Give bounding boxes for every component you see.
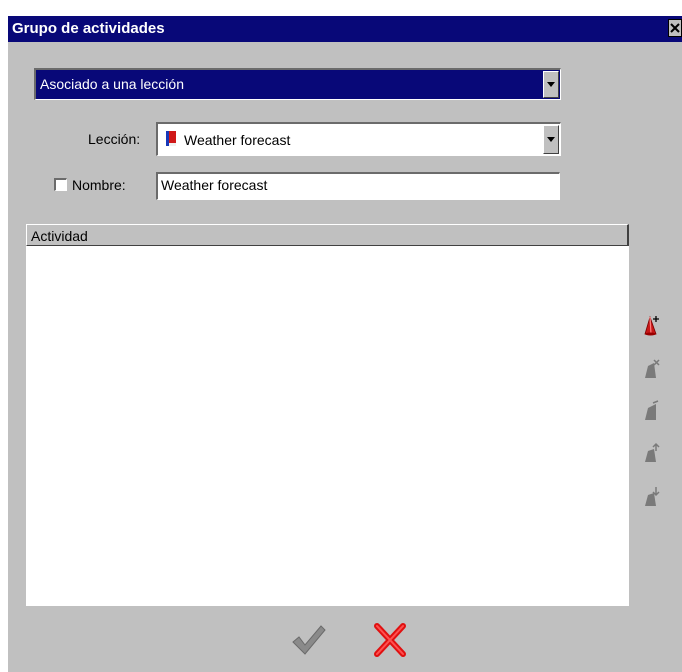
title-bar[interactable]: Grupo de actividades xyxy=(8,16,682,42)
name-checkbox[interactable] xyxy=(54,178,67,191)
lesson-select-value: Weather forecast xyxy=(184,132,291,148)
lesson-label: Lección: xyxy=(88,131,141,147)
cancel-button[interactable] xyxy=(370,620,410,660)
checkmark-icon xyxy=(292,625,326,655)
move-up-button[interactable] xyxy=(642,442,660,464)
list-header-actividad[interactable]: Actividad xyxy=(26,224,629,246)
activities-list[interactable]: Actividad xyxy=(26,224,629,606)
association-select[interactable]: Asociado a una lección xyxy=(34,68,561,100)
edit-activity-button[interactable] xyxy=(642,400,660,422)
book-icon xyxy=(166,131,176,146)
ok-button[interactable] xyxy=(288,620,328,660)
move-down-button[interactable] xyxy=(642,486,660,508)
red-x-icon xyxy=(374,623,406,657)
add-activity-icon xyxy=(644,315,659,336)
name-field[interactable]: Weather forecast xyxy=(156,172,560,200)
close-button[interactable] xyxy=(668,19,682,37)
move-down-icon xyxy=(645,487,660,506)
activity-group-dialog: Grupo de actividades Asociado a una lecc… xyxy=(8,16,682,672)
delete-activity-icon xyxy=(645,359,660,378)
lesson-select[interactable]: Weather forecast xyxy=(156,122,561,156)
column-label-actividad: Actividad xyxy=(31,228,88,244)
association-dropdown-button[interactable] xyxy=(543,71,559,98)
chevron-down-icon xyxy=(547,82,555,87)
close-icon xyxy=(670,23,680,33)
association-select-value: Asociado a una lección xyxy=(40,76,184,92)
name-label: Nombre: xyxy=(72,177,126,193)
delete-activity-button[interactable] xyxy=(642,358,660,380)
window-title: Grupo de actividades xyxy=(12,20,165,37)
edit-activity-icon xyxy=(645,400,659,420)
move-up-icon xyxy=(645,442,660,462)
add-activity-button[interactable] xyxy=(642,314,660,336)
chevron-down-icon xyxy=(547,137,555,142)
lesson-dropdown-button[interactable] xyxy=(543,125,559,154)
